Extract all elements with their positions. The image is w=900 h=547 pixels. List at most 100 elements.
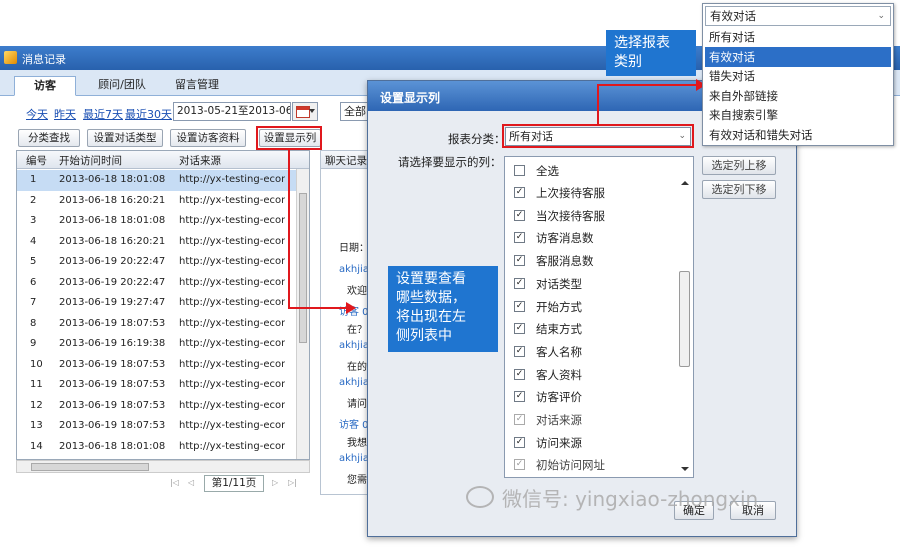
column-list-scrollbar[interactable] [678, 177, 692, 477]
tab-message-management[interactable]: 留言管理 [164, 76, 230, 96]
last-page-button[interactable]: ▷| [288, 478, 297, 487]
scroll-down-icon[interactable] [681, 467, 689, 471]
row-source: http://yx-testing-ecom… [179, 420, 285, 431]
checkbox-icon: ✓ [514, 209, 525, 221]
row-start-time: 2013-06-19 16:19:38 [59, 338, 166, 349]
column-option-label: 客人名称 [536, 344, 582, 359]
row-source: http://yx-testing-ecom… [179, 256, 285, 267]
column-option-label: 当次接待客服 [536, 208, 605, 223]
row-source: http://yx-testing-ecom… [179, 235, 285, 247]
row-source: http://yx-testing-ecom… [179, 317, 285, 329]
grid-horizontal-scrollbar[interactable] [16, 460, 310, 473]
row-start-time: 2013-06-19 19:27:47 [59, 297, 166, 308]
set-dialog-type-button[interactable]: 设置对话类型 [87, 129, 163, 147]
move-column-up-button[interactable]: 选定列上移 [702, 156, 776, 175]
row-start-time: 2013-06-18 18:01:08 [59, 440, 166, 452]
set-visitor-info-button[interactable]: 设置访客资料 [170, 129, 246, 147]
connector-line [288, 307, 348, 309]
range-7days-link[interactable]: 最近7天 [83, 106, 123, 122]
first-page-button[interactable]: |◁ [170, 478, 179, 487]
table-row[interactable]: 14 2013-06-18 18:01:08 http://yx-testing-e… [17, 437, 297, 458]
move-column-down-button[interactable]: 选定列下移 [702, 180, 776, 199]
column-header-source[interactable]: 对话来源 [179, 153, 221, 168]
table-row[interactable]: 3 2013-06-18 18:01:08 http://yx-testing-ec… [17, 211, 297, 232]
arrow-icon [346, 302, 356, 314]
table-row[interactable]: 1 2013-06-18 18:01:08 http://yx-testing-ec… [17, 170, 297, 191]
app-logo-icon [4, 51, 17, 64]
tab-visitors[interactable]: 访客 [14, 76, 76, 96]
row-start-time: 2013-06-19 18:07:53 [59, 358, 166, 370]
pager: |◁ ◁ 第1/11页 ▷ ▷| [160, 474, 310, 494]
scroll-thumb[interactable] [679, 271, 690, 367]
checkbox-icon: ✓ [514, 255, 525, 267]
tab-advisor-team[interactable]: 顾问/团队 [90, 76, 154, 96]
chat-line: 在？ [347, 325, 367, 336]
column-option-label: 开始方式 [536, 299, 582, 314]
table-row[interactable]: 2 2013-06-18 16:20:21 http://yx-testing-ec… [17, 191, 297, 212]
row-start-time: 2013-06-19 18:07:53 [59, 399, 166, 411]
chat-line: 访客 0 [339, 420, 369, 431]
table-row[interactable]: 10 2013-06-19 18:07:53 http://yx-testing-e… [17, 355, 297, 376]
report-category-label: 报表分类： [448, 132, 506, 146]
checkbox-icon: ✓ [514, 187, 525, 198]
connector-line [597, 84, 599, 124]
column-option-label: 客服消息数 [536, 254, 594, 269]
visitor-grid: 编号 开始访问时间 对话来源 1 2013-06-18 18:01:08 http:… [16, 150, 310, 460]
calendar-button[interactable] [292, 102, 318, 121]
row-id: 12 [30, 399, 43, 411]
dropdown-option[interactable]: 所有对话 [705, 27, 891, 47]
chat-line: 您需 [347, 475, 367, 486]
checkbox-icon: ✓ [514, 232, 525, 244]
range-today-link[interactable]: 今天 [26, 106, 48, 122]
row-source: http://yx-testing-ecom… [179, 174, 285, 185]
table-row[interactable]: 7 2013-06-19 19:27:47 http://yx-testing-ec… [17, 293, 297, 314]
next-page-button[interactable]: ▷ [272, 478, 278, 487]
calendar-icon [296, 106, 310, 118]
table-row[interactable]: 12 2013-06-19 18:07:53 http://yx-testing-e… [17, 396, 297, 417]
table-row[interactable]: 4 2013-06-18 16:20:21 http://yx-testing-ec… [17, 232, 297, 253]
dropdown-option[interactable]: 有效对话 [705, 46, 891, 67]
table-row[interactable]: 13 2013-06-19 18:07:53 http://yx-testing-e… [17, 416, 297, 437]
scroll-up-icon[interactable] [681, 181, 689, 185]
column-header-id[interactable]: 编号 [26, 153, 47, 168]
page-indicator[interactable]: 第1/11页 [204, 475, 264, 492]
dropdown-option[interactable]: 有效对话和错失对话 [705, 125, 891, 145]
row-id: 14 [30, 440, 43, 452]
row-id: 5 [30, 256, 37, 267]
table-row[interactable]: 11 2013-06-19 18:07:53 http://yx-testing-e… [17, 375, 297, 396]
date-range-input[interactable]: 2013-05-21至2013-06-19 [173, 102, 291, 121]
row-id: 13 [30, 420, 43, 431]
range-30days-link[interactable]: 最近30天 [125, 106, 172, 122]
checkbox-icon: ✓ [514, 323, 525, 335]
column-header-start-time[interactable]: 开始访问时间 [59, 153, 122, 168]
row-start-time: 2013-06-19 20:22:47 [59, 276, 166, 288]
dropdown-option[interactable]: 来自搜索引擎 [705, 105, 891, 125]
report-category-highlight [502, 124, 694, 148]
row-id: 4 [30, 235, 37, 247]
grid-vertical-scrollbar[interactable] [296, 169, 309, 459]
column-option-label: 客人资料 [536, 367, 582, 382]
row-id: 3 [30, 215, 37, 226]
chat-line: 访客 0 [339, 491, 369, 494]
table-row[interactable]: 5 2013-06-19 20:22:47 http://yx-testing-ec… [17, 252, 297, 273]
dropdown-option[interactable]: 错失对话 [705, 66, 891, 86]
table-row[interactable]: 6 2013-06-19 20:22:47 http://yx-testing-ec… [17, 273, 297, 294]
range-yesterday-link[interactable]: 昨天 [54, 106, 76, 122]
table-row[interactable]: 8 2013-06-19 18:07:53 http://yx-testing-ec… [17, 314, 297, 335]
dropdown-option[interactable]: 来自外部链接 [705, 86, 891, 106]
column-option-label: 访客评价 [536, 390, 582, 405]
table-row[interactable]: 9 2013-06-19 16:19:38 http://yx-testing-ec… [17, 334, 297, 355]
prev-page-button[interactable]: ◁ [188, 478, 194, 487]
column-option-label: 访客消息数 [536, 231, 594, 246]
category-search-button[interactable]: 分类查找 [18, 129, 80, 147]
checkbox-icon: ✓ [514, 345, 525, 357]
display-columns-highlight [256, 126, 322, 150]
chat-line: 我想 [347, 438, 367, 449]
connector-line [597, 84, 697, 86]
wechat-icon [466, 486, 494, 508]
checkbox-icon: ✓ [514, 368, 525, 380]
row-source: http://yx-testing-ecom… [179, 440, 285, 452]
checkbox-icon [514, 165, 525, 176]
type-select[interactable]: 全部 [340, 102, 370, 121]
dropdown-current-value[interactable]: 有效对话 ⌄ [705, 6, 891, 26]
